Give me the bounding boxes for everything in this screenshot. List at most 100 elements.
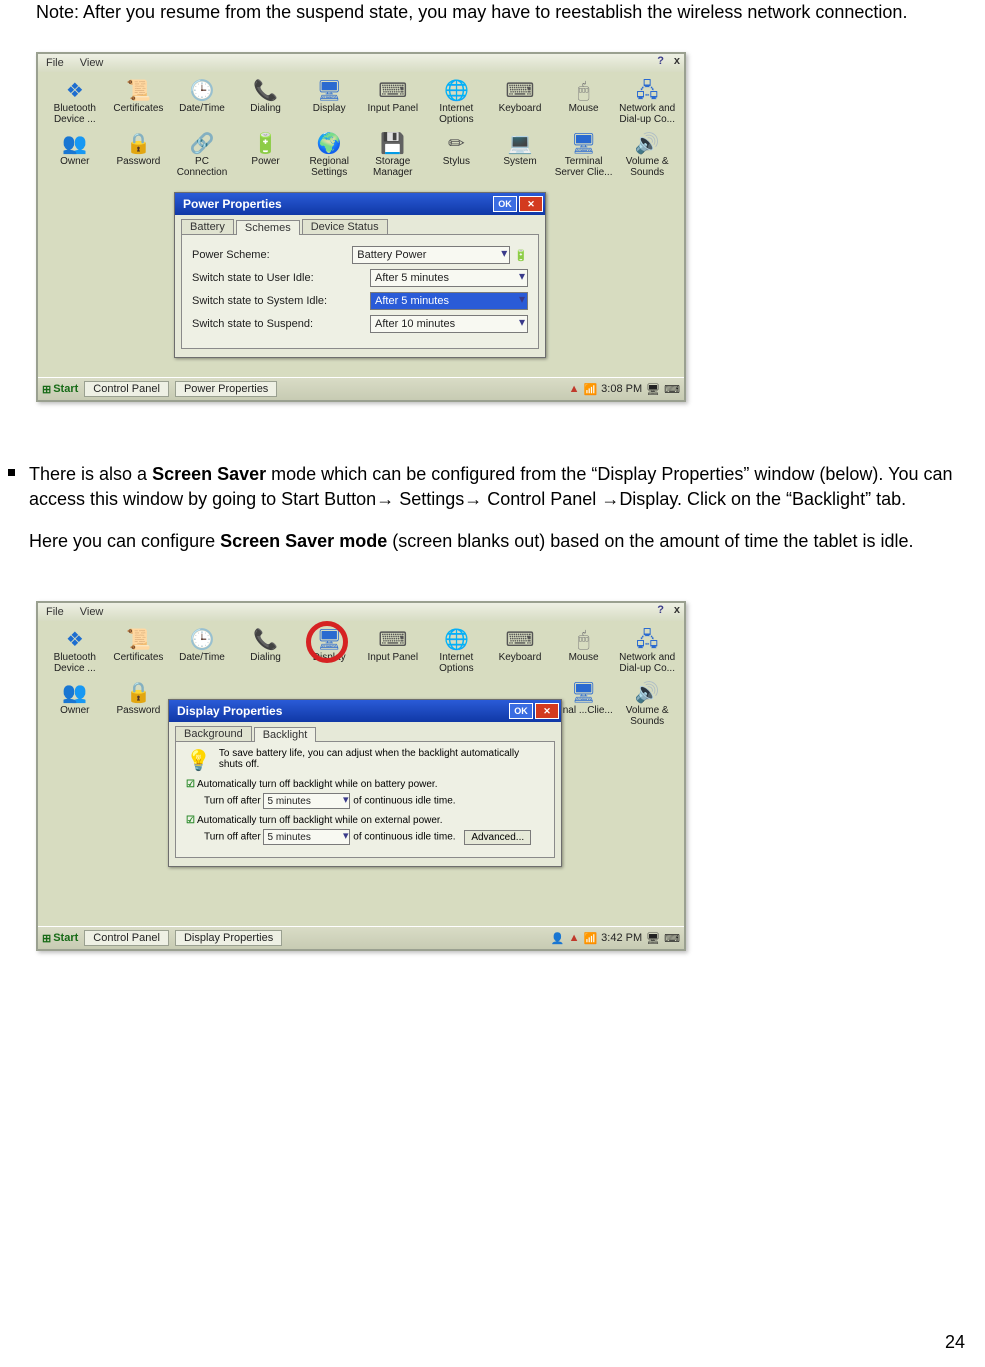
checkbox-checked-icon: ☑: [186, 815, 195, 826]
tab-backlight[interactable]: Backlight: [254, 727, 317, 742]
tray-icon: 📶: [583, 383, 597, 396]
start-button[interactable]: ⊞Start: [42, 383, 78, 396]
cp-icon[interactable]: 🖥Terminal Server Clie...: [553, 131, 615, 178]
cp-icon[interactable]: 🌍Regional Settings: [298, 131, 360, 178]
help-icon[interactable]: ?: [657, 604, 664, 616]
cp-icon[interactable]: 📜Certificates: [108, 627, 170, 674]
tray-icon: ▲: [569, 932, 580, 944]
cp-icon[interactable]: 🕒Date/Time: [171, 78, 233, 125]
dialog-power-properties: Power Properties OK ✕ Battery Schemes De…: [174, 192, 546, 358]
cp-icon[interactable]: 🖧Network and Dial-up Co...: [616, 78, 678, 125]
advanced-button[interactable]: Advanced...: [464, 830, 531, 845]
close-icon[interactable]: x: [674, 604, 680, 616]
cp-icon[interactable]: 🔒Password: [108, 131, 170, 178]
titlebar: Display Properties OK ✕: [169, 700, 561, 722]
cp-icon[interactable]: 🌐Internet Options: [426, 78, 488, 125]
bullet-item: There is also a Screen Saver mode which …: [8, 462, 965, 577]
cp-icon[interactable]: ⌨Keyboard: [489, 627, 551, 674]
taskbar-task[interactable]: Power Properties: [175, 381, 277, 397]
help-icon[interactable]: ?: [657, 55, 664, 67]
combo-system-idle[interactable]: After 5 minutes: [370, 292, 528, 310]
label-system-idle: Switch state to System Idle:: [192, 295, 327, 307]
cp-icon[interactable]: 🕒Date/Time: [171, 627, 233, 674]
cp-icon[interactable]: 🖱Mouse: [553, 627, 615, 674]
tray-icon: ⌨: [664, 383, 680, 396]
cp-icon[interactable]: ⌨Input Panel: [362, 627, 424, 674]
cp-icon[interactable]: 👥Owner: [44, 131, 106, 178]
menubar: File View ? x: [38, 54, 684, 72]
tabs: Battery Schemes Device Status: [175, 215, 545, 234]
menu-view[interactable]: View: [80, 606, 104, 618]
combo-battery-timeout[interactable]: 5 minutes: [263, 793, 350, 809]
menu-view[interactable]: View: [80, 57, 104, 69]
close-icon[interactable]: x: [674, 55, 680, 67]
titlebar: Power Properties OK ✕: [175, 193, 545, 215]
label-user-idle: Switch state to User Idle:: [192, 272, 314, 284]
close-button[interactable]: ✕: [519, 196, 543, 212]
cp-icon[interactable]: 👥Owner: [44, 680, 106, 727]
cp-icon[interactable]: 🔊Volume & Sounds: [616, 680, 678, 727]
cp-icon[interactable]: 🔊Volume & Sounds: [616, 131, 678, 178]
combo-power-scheme[interactable]: Battery Power: [352, 246, 510, 264]
cp-icon[interactable]: 🔗PC Connection: [171, 131, 233, 178]
checkbox-row[interactable]: ☑Automatically turn off backlight while …: [186, 815, 544, 826]
dialog-title: Power Properties: [183, 197, 282, 211]
cp-icon[interactable]: ❖Bluetooth Device ...: [44, 78, 106, 125]
tray-icon: 🖥: [646, 932, 660, 945]
dialog-body: 💡 To save battery life, you can adjust w…: [175, 741, 555, 858]
bullet-icon: [8, 469, 15, 476]
tab-schemes[interactable]: Schemes: [236, 220, 300, 235]
clock: 3:08 PM: [601, 383, 642, 395]
tab-device-status[interactable]: Device Status: [302, 219, 388, 234]
checkbox-checked-icon: ☑: [186, 779, 195, 790]
cp-icon[interactable]: 🖥Display: [298, 78, 360, 125]
checkbox-row[interactable]: ☑Automatically turn off backlight while …: [186, 779, 544, 790]
cp-icon[interactable]: 📞Dialing: [235, 78, 297, 125]
control-panel-icons: ❖Bluetooth Device ... 📜Certificates 🕒Dat…: [38, 72, 684, 180]
battery-icon: 🔋: [514, 249, 528, 262]
system-tray: ▲ 📶 3:08 PM 🖥 ⌨: [569, 383, 680, 396]
dialog-display-properties: Display Properties OK ✕ Background Backl…: [168, 699, 562, 867]
tray-icon: ▲: [569, 383, 580, 395]
label-power-scheme: Power Scheme:: [192, 249, 270, 261]
cp-icon[interactable]: 🖱Mouse: [553, 78, 615, 125]
taskbar-task[interactable]: Control Panel: [84, 930, 169, 946]
menu-file[interactable]: File: [46, 57, 64, 69]
ok-button[interactable]: OK: [493, 196, 517, 212]
cp-icon[interactable]: 🖧Network and Dial-up Co...: [616, 627, 678, 674]
cp-icon[interactable]: 🔋Power: [235, 131, 297, 178]
start-button[interactable]: ⊞Start: [42, 932, 78, 945]
cp-icon[interactable]: ⌨Input Panel: [362, 78, 424, 125]
dialog-body: Power Scheme: Battery Power 🔋 Switch sta…: [181, 234, 539, 349]
menu-file[interactable]: File: [46, 606, 64, 618]
close-button[interactable]: ✕: [535, 703, 559, 719]
tabs: Background Backlight: [169, 722, 561, 741]
tray-icon: 📶: [583, 932, 597, 945]
label-suspend: Switch state to Suspend:: [192, 318, 313, 330]
combo-suspend[interactable]: After 10 minutes: [370, 315, 528, 333]
cp-icon[interactable]: 📜Certificates: [108, 78, 170, 125]
cp-icon[interactable]: 🌐Internet Options: [426, 627, 488, 674]
cp-icon[interactable]: 💾Storage Manager: [362, 131, 424, 178]
tab-battery[interactable]: Battery: [181, 219, 234, 234]
tray-icon: ⌨: [664, 932, 680, 945]
cp-icon[interactable]: ❖Bluetooth Device ...: [44, 627, 106, 674]
clock: 3:42 PM: [601, 932, 642, 944]
taskbar-task[interactable]: Display Properties: [175, 930, 282, 946]
highlight-circle-icon: [306, 621, 348, 663]
screenshot-display-properties: File View ? x ❖Bluetooth Device ... 📜Cer…: [36, 601, 686, 951]
cp-icon[interactable]: 📞Dialing: [235, 627, 297, 674]
system-tray: 👤 ▲ 📶 3:42 PM 🖥 ⌨: [551, 932, 680, 945]
combo-external-timeout[interactable]: 5 minutes: [263, 829, 350, 845]
note-text: Note: After you resume from the suspend …: [36, 0, 965, 24]
combo-user-idle[interactable]: After 5 minutes: [370, 269, 528, 287]
taskbar-task[interactable]: Control Panel: [84, 381, 169, 397]
tray-icon: 👤: [551, 932, 565, 945]
ok-button[interactable]: OK: [509, 703, 533, 719]
cp-icon[interactable]: 💻System: [489, 131, 551, 178]
cp-icon[interactable]: 🔒Password: [108, 680, 170, 727]
cp-icon[interactable]: 🖥...nal ...Clie...: [553, 680, 615, 727]
tab-background[interactable]: Background: [175, 726, 252, 741]
cp-icon[interactable]: ⌨Keyboard: [489, 78, 551, 125]
cp-icon[interactable]: ✏Stylus: [426, 131, 488, 178]
